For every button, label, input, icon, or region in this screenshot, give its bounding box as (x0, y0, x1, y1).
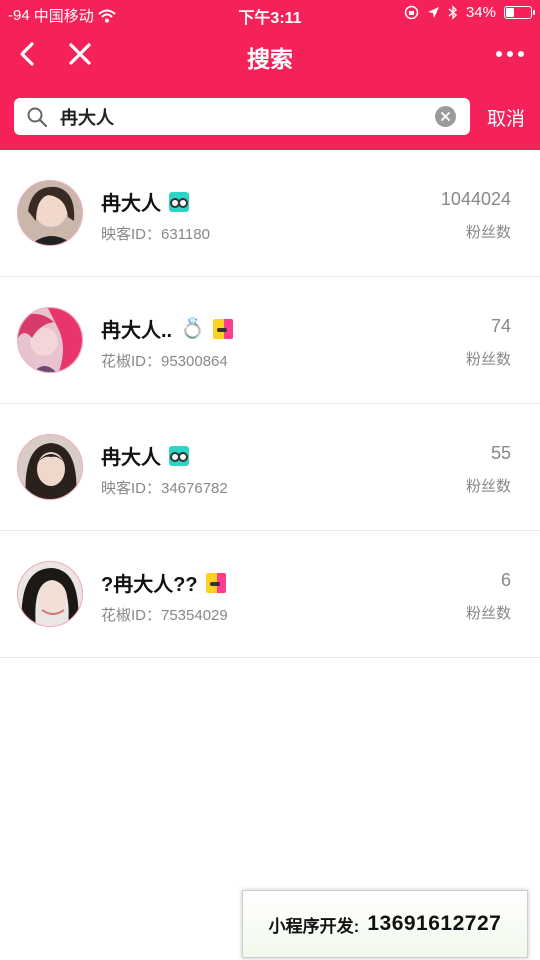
inke-icon (169, 445, 189, 466)
page-title: 搜索 (247, 46, 293, 72)
more-icon-dot (518, 51, 524, 57)
search-box[interactable] (14, 98, 470, 135)
avatar (17, 307, 83, 373)
user-name: 冉大人 (101, 187, 189, 216)
follower-count: 1044024 (440, 189, 511, 209)
clear-search-button[interactable] (435, 106, 456, 127)
contact-label: 小程序开发: (268, 916, 360, 936)
status-bar: -94 中国移动 下午3:11 34% (0, 0, 540, 28)
result-row[interactable]: 冉大人.. 💍 花椒ID：95300864 74 粉丝数 (0, 277, 540, 404)
result-row[interactable]: 冉大人 映客ID：631180 1044024 粉丝数 (0, 150, 540, 277)
clear-icon (441, 112, 450, 121)
bluetooth-icon (448, 5, 457, 20)
user-name-text: 冉大人.. (101, 320, 173, 342)
follower-count-label: 粉丝数 (465, 224, 511, 241)
user-id: 花椒ID：95300864 (101, 353, 228, 370)
battery-icon (504, 6, 535, 19)
battery-percent: 34% (465, 4, 496, 21)
huajiao-icon (213, 318, 234, 339)
user-name-text: 冉大人 (101, 193, 161, 215)
user-name: 冉大人 (101, 441, 189, 470)
cancel-button[interactable]: 取消 (487, 104, 525, 131)
result-row[interactable]: 冉大人 映客ID：34676782 55 粉丝数 (0, 404, 540, 531)
result-row[interactable]: ?冉大人?? 花椒ID：75354029 6 粉丝数 (0, 531, 540, 658)
ring-emoji: 💍 (180, 318, 206, 340)
contact-banner: 小程序开发: 13691612727 (242, 890, 528, 958)
search-input[interactable] (60, 103, 430, 130)
orientation-lock-icon (404, 5, 419, 20)
user-name-text: ?冉大人?? (101, 574, 198, 596)
search-results-list: 冉大人 映客ID：631180 1044024 粉丝数 冉大人.. 💍 花椒ID… (0, 150, 540, 658)
follower-count-label: 粉丝数 (465, 478, 511, 495)
more-button[interactable] (490, 40, 530, 68)
more-icon-dot (496, 51, 502, 57)
user-id: 映客ID：34676782 (101, 480, 228, 497)
follower-count-label: 粉丝数 (465, 351, 511, 368)
avatar (17, 434, 83, 500)
avatar (17, 561, 83, 627)
user-id: 映客ID：631180 (101, 226, 210, 243)
huajiao-icon (205, 572, 226, 593)
user-name-text: 冉大人 (101, 447, 161, 469)
user-id: 花椒ID：75354029 (101, 607, 228, 624)
follower-count: 74 (490, 316, 511, 336)
avatar (17, 180, 83, 246)
contact-phone: 13691612727 (367, 912, 502, 935)
user-name: ?冉大人?? (101, 568, 226, 597)
location-icon (427, 7, 439, 18)
top-bar: -94 中国移动 下午3:11 34% 搜索 冉大人 取消 (0, 0, 540, 150)
search-icon (27, 107, 48, 128)
user-name: 冉大人.. 💍 (101, 314, 234, 343)
inke-icon (169, 191, 189, 212)
follower-count-label: 粉丝数 (465, 605, 511, 622)
follower-count: 6 (500, 570, 511, 590)
follower-count: 55 (490, 443, 511, 463)
more-icon-dot (507, 51, 513, 57)
